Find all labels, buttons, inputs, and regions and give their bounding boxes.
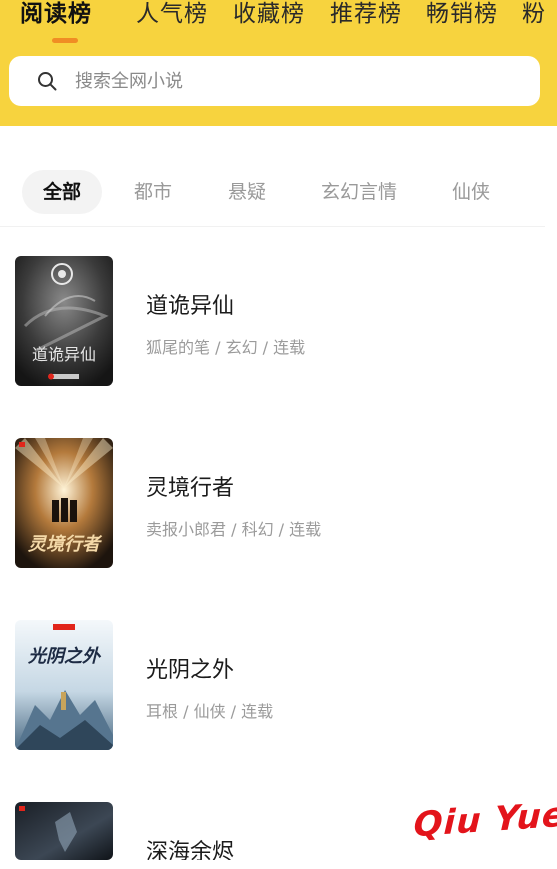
book-item[interactable]: 光阴之外 光阴之外 耳根 / 仙侠 / 连载 — [0, 620, 557, 750]
divider — [0, 226, 545, 227]
book-title[interactable]: 道诡异仙 — [146, 288, 234, 320]
book-meta: 卖报小郎君 / 科幻 / 连载 — [146, 520, 322, 539]
category-chip-urban[interactable]: 都市 — [122, 170, 184, 214]
cover-title: 光阴之外 — [27, 646, 102, 667]
tab-reading-rank[interactable]: 阅读榜 — [20, 0, 92, 34]
search-input[interactable] — [75, 56, 515, 106]
book-item[interactable]: 道诡异仙 道诡异仙 狐尾的笔 / 玄幻 / 连载 — [0, 256, 557, 386]
top-header: 阅读榜 人气榜 收藏榜 推荐榜 畅销榜 粉 — [0, 0, 557, 126]
book-title[interactable]: 深海余烬 — [146, 834, 234, 860]
category-chip-all[interactable]: 全部 — [22, 170, 102, 214]
cover-title: 道诡异仙 — [32, 345, 96, 364]
tab-recommend-rank[interactable]: 推荐榜 — [330, 0, 402, 34]
book-meta: 耳根 / 仙侠 / 连载 — [146, 702, 274, 721]
book-cover[interactable]: 道诡异仙 — [15, 256, 113, 386]
tab-popularity-rank[interactable]: 人气榜 — [136, 0, 208, 34]
book-meta: 狐尾的笔 / 玄幻 / 连载 — [146, 338, 306, 357]
book-title[interactable]: 灵境行者 — [146, 470, 234, 502]
category-filter: 全部 都市 悬疑 玄幻言情 仙侠 — [0, 170, 557, 220]
book-title[interactable]: 光阴之外 — [146, 652, 234, 684]
category-chip-mystery[interactable]: 悬疑 — [216, 170, 278, 214]
ranking-tabs: 阅读榜 人气榜 收藏榜 推荐榜 畅销榜 粉 — [0, 0, 557, 40]
book-cover[interactable]: 灵境行者 — [15, 438, 113, 568]
tab-bestseller-rank[interactable]: 畅销榜 — [426, 0, 498, 34]
tab-favorites-rank[interactable]: 收藏榜 — [233, 0, 305, 34]
tab-fans-rank[interactable]: 粉 — [522, 0, 546, 34]
cover-title: 灵境行者 — [28, 534, 103, 555]
category-chip-fantasy-romance[interactable]: 玄幻言情 — [310, 170, 408, 214]
book-cover[interactable]: 光阴之外 — [15, 620, 113, 750]
search-bar[interactable] — [9, 56, 540, 106]
book-item[interactable]: 灵境行者 灵境行者 卖报小郎君 / 科幻 / 连载 — [0, 438, 557, 568]
search-icon — [38, 72, 57, 91]
active-tab-indicator — [52, 38, 78, 43]
category-chip-xianxia[interactable]: 仙侠 — [440, 170, 502, 214]
book-cover[interactable] — [15, 802, 113, 860]
